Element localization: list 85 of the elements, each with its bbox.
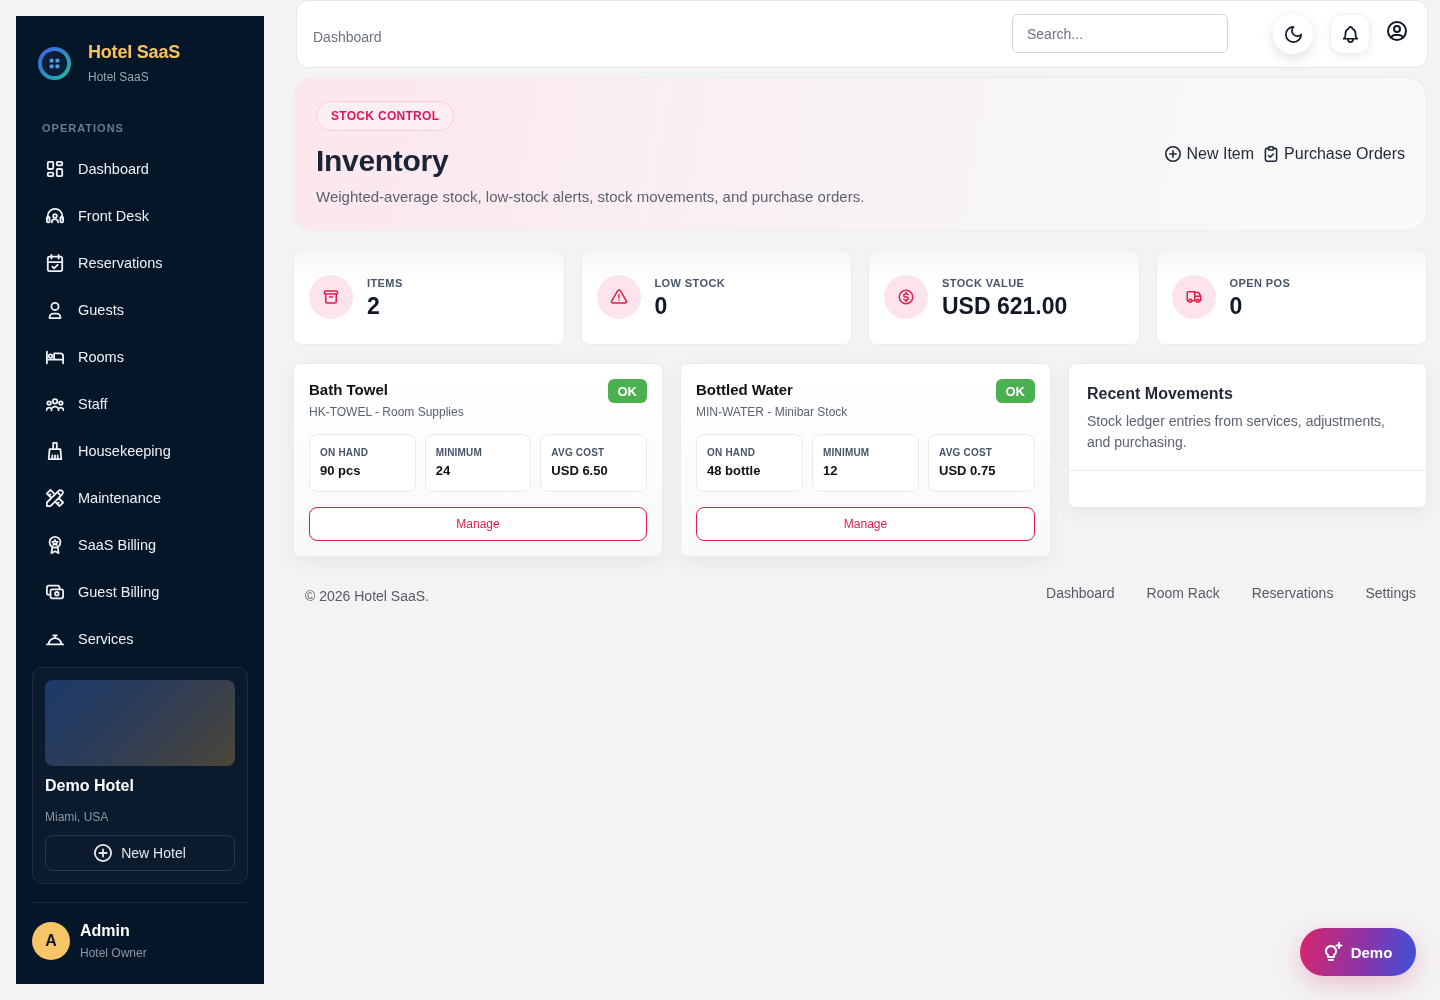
nav-item[interactable]: Staff [32, 380, 248, 427]
plus-circle-icon [94, 844, 113, 862]
metric-label: AVG COST [551, 447, 606, 459]
nav-item[interactable]: Guest Billing [32, 568, 248, 615]
bell-icon [1341, 25, 1359, 43]
logo-icon [38, 46, 71, 80]
archive-icon [309, 275, 353, 319]
demo-button[interactable]: Demo [1300, 928, 1416, 976]
item-meta: MIN-WATER - Minibar Stock [696, 404, 848, 420]
metric-value: USD 0.75 [939, 463, 997, 479]
card-title: Recent Movements [1087, 384, 1233, 404]
notifications-button[interactable] [1330, 14, 1370, 54]
item-meta: HK-TOWEL - Room Supplies [309, 404, 464, 420]
tools-icon [46, 488, 64, 507]
hotel-name: Demo Hotel [45, 776, 134, 796]
footer-link[interactable]: Dashboard [1046, 583, 1115, 603]
brand-subtitle: Hotel SaaS [88, 69, 149, 85]
award-icon [46, 535, 64, 554]
nav-item[interactable]: Dashboard [32, 145, 248, 192]
item-name: Bottled Water [696, 380, 793, 400]
plus-circle-icon [1165, 146, 1182, 162]
nav-item[interactable]: Guests [32, 286, 248, 333]
metric-label: MINIMUM [435, 447, 484, 459]
metric-label: MINIMUM [823, 447, 871, 459]
truck-icon [1171, 275, 1216, 319]
nav-item[interactable]: Rooms [32, 333, 248, 380]
stat-label: OPEN POS [1229, 275, 1291, 290]
headset-icon [46, 206, 64, 225]
dollar-icon [884, 275, 928, 319]
stat-value: 2 [367, 292, 380, 319]
card-description: Stock ledger entries from services, adjustments, and purchasing. [1087, 412, 1386, 452]
stat-value: USD 621.00 [942, 292, 1068, 319]
metric-label: AVG COST [939, 447, 994, 459]
brush-icon [46, 441, 64, 460]
metric-value: 12 [823, 463, 839, 479]
user-name: Admin [80, 921, 130, 941]
footer-link[interactable]: Reservations [1251, 583, 1334, 603]
calendar-check-icon [46, 253, 64, 272]
page-title: Inventory [316, 142, 449, 179]
lightbulb-sparkle-icon [1323, 942, 1343, 962]
user-role: Hotel Owner [80, 945, 147, 961]
page-description: Weighted-average stock, low-stock alerts, stock movements, and purchase orders. [316, 186, 865, 207]
metric-value: 48 bottle [707, 463, 762, 479]
stat-value: 0 [1229, 292, 1243, 319]
stat-label: ITEMS [367, 275, 403, 290]
theme-toggle-button[interactable] [1273, 14, 1313, 54]
metric-value: 90 pcs [320, 463, 362, 479]
manage-button[interactable]: Manage [696, 507, 1035, 541]
metric-value: USD 6.50 [551, 463, 609, 479]
item-name: Bath Towel [309, 380, 388, 400]
avatar: A [32, 922, 70, 960]
nav-item[interactable]: Front Desk [32, 192, 248, 239]
manage-button[interactable]: Manage [309, 507, 647, 541]
status-badge: OK [607, 379, 647, 403]
stat-label: STOCK VALUE [942, 275, 1025, 290]
metric-label: ON HAND [707, 447, 757, 459]
metric-value: 24 [435, 463, 452, 479]
new-hotel-button[interactable]: New Hotel [45, 835, 235, 871]
action-link[interactable]: New Item [1165, 145, 1255, 163]
copyright-text: © 2026 Hotel SaaS. [305, 587, 429, 606]
nav-item[interactable]: Maintenance [32, 474, 248, 521]
moon-icon [1284, 25, 1302, 43]
cash-icon [46, 582, 64, 601]
warning-icon [596, 275, 641, 319]
nav-item[interactable]: SaaS Billing [32, 521, 248, 568]
grid-icon [46, 159, 64, 178]
clipboard-check-icon [1263, 146, 1280, 162]
status-badge: OK [995, 379, 1035, 403]
user-icon [46, 300, 64, 319]
hotel-location: Miami, USA [45, 809, 109, 825]
user-circle-icon[interactable] [1387, 21, 1407, 41]
footer-link[interactable]: Settings [1365, 583, 1416, 603]
category-badge: STOCK CONTROL [316, 100, 455, 131]
nav-item[interactable]: Reservations [32, 239, 248, 286]
stat-label: LOW STOCK [654, 275, 726, 290]
nav-item[interactable]: Services [32, 615, 248, 662]
section-label: OPERATIONS [42, 121, 124, 135]
brand-title: Hotel SaaS [88, 41, 181, 63]
action-link[interactable]: Purchase Orders [1263, 145, 1405, 163]
stat-value: 0 [654, 292, 668, 319]
nav-item[interactable]: Housekeeping [32, 427, 248, 474]
search-field[interactable]: Search... [1012, 14, 1228, 53]
footer-link[interactable]: Room Rack [1146, 583, 1220, 603]
breadcrumb: Dashboard [313, 29, 382, 45]
metric-label: ON HAND [320, 447, 370, 459]
